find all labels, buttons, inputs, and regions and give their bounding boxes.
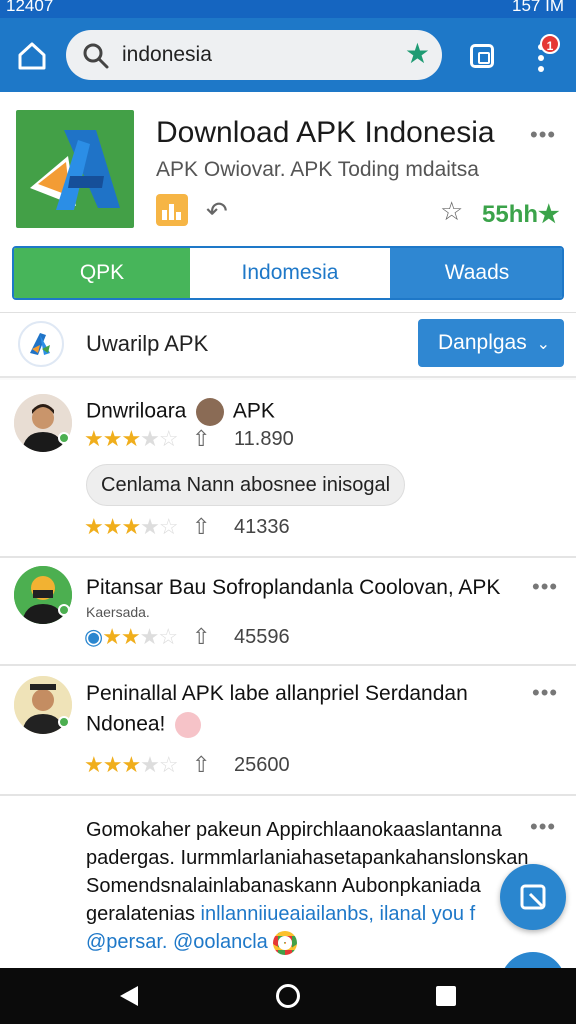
mini-logo-icon <box>30 333 50 355</box>
reviewer-name: Dnwriloara APK <box>86 398 275 426</box>
app-rating: 55hh★ <box>482 201 560 228</box>
online-status-dot <box>58 432 70 444</box>
edit-icon <box>520 884 546 910</box>
more-options-icon[interactable]: ••• <box>530 814 556 840</box>
segment-waads[interactable]: Waads <box>390 248 562 298</box>
post-line: padergas. Iurmmlarlaniahasetapankahanslo… <box>86 847 529 869</box>
status-bar: 12407 157 IM <box>0 0 576 18</box>
mention-links[interactable]: @persar. @oolancla <box>86 931 268 953</box>
more-options-icon[interactable]: ••• <box>532 680 558 706</box>
star-rating: ◉★★★☆ <box>84 624 178 649</box>
search-input[interactable] <box>122 39 392 71</box>
app-logo[interactable] <box>16 110 134 228</box>
inline-avatar <box>196 398 225 426</box>
reviewer-name-line1: Peninallal APK labe allanpriel Serdandan <box>86 682 468 705</box>
recents-icon[interactable] <box>436 986 456 1006</box>
post-line-text: geralatenias <box>86 903 195 925</box>
post-line: Gomokaher pakeun Appirchlaanokaaslantann… <box>86 819 502 841</box>
dropdown-label: Danplgas <box>438 331 527 354</box>
star-outline-icon[interactable]: ☆ <box>440 196 463 227</box>
chevron-down-icon: ⌄ <box>536 336 550 353</box>
reviewer-name-line2: Ndonea! <box>86 712 202 738</box>
online-status-dot <box>58 716 70 728</box>
bookmark-star-icon[interactable]: ★ <box>405 40 430 68</box>
list-item[interactable]: Pitansar Bau Sofroplandanla Coolovan, AP… <box>0 558 576 666</box>
upvote-count: 11.890 <box>234 428 294 450</box>
star-rating: ★★★★☆ <box>84 426 179 451</box>
list-item[interactable]: Dnwriloara APK ★★★★☆ ⇧ 11.890 Cenlama Na… <box>0 380 576 558</box>
home-icon <box>18 42 46 70</box>
search-bar[interactable]: ★ <box>66 30 442 80</box>
top-app-bar: ★ 1 <box>0 18 576 92</box>
more-options-icon[interactable]: ••• <box>530 122 556 148</box>
upvote-icon[interactable]: ⇧ <box>192 426 210 452</box>
upvote-count: 25600 <box>234 754 290 776</box>
section-title: Uwarilp APK <box>86 331 209 356</box>
status-right-text: 157 IM <box>512 0 564 15</box>
chrome-icon <box>273 930 298 955</box>
reviewer-name-text: Ndonea! <box>86 712 166 736</box>
comment-pill[interactable]: Cenlama Nann abosnee inisogal <box>86 464 406 506</box>
upvote-icon[interactable]: ⇧ <box>192 624 210 650</box>
app-title: Download APK Indonesia <box>156 116 495 149</box>
star-rating: ★★★★☆ <box>84 514 179 539</box>
status-left-text: 12407 <box>6 0 54 15</box>
reviewer-name-part1: Dnwriloara <box>86 399 187 423</box>
emoji-face-icon <box>175 712 202 738</box>
reviewer-name-part2: APK <box>232 399 275 423</box>
search-icon <box>83 43 109 69</box>
segment-indomesia[interactable]: Indomesia <box>190 248 390 298</box>
chart-icon[interactable] <box>156 194 188 226</box>
system-nav-bar <box>0 968 576 1024</box>
reply-arrow-icon[interactable]: ↶ <box>206 196 228 227</box>
post-line: geralatenias inllanniiueaiailanbs, ilana… <box>86 900 556 928</box>
online-status-dot <box>58 604 70 616</box>
upvote-icon[interactable]: ⇧ <box>192 752 210 778</box>
list-item[interactable]: Peninallal APK labe allanpriel Serdandan… <box>0 666 576 796</box>
upvote-count: 41336 <box>234 516 290 538</box>
post-link-text[interactable]: inllanniiueaiailanbs, ilanal you f <box>201 903 476 925</box>
logo-graphic <box>30 130 120 210</box>
more-options-icon[interactable]: ••• <box>532 574 558 600</box>
app-header-card: Download APK Indonesia APK Owiovar. APK … <box>0 92 576 312</box>
tabs-icon[interactable] <box>470 44 494 68</box>
upvote-icon[interactable]: ⇧ <box>192 514 210 540</box>
reviewer-name: Pitansar Bau Sofroplandanla Coolovan, AP… <box>86 576 501 599</box>
segment-qpk[interactable]: QPK <box>14 248 190 298</box>
review-feed[interactable]: Dnwriloara APK ★★★★☆ ⇧ 11.890 Cenlama Na… <box>0 380 576 968</box>
home-circle-icon[interactable] <box>276 984 300 1008</box>
compose-fab[interactable] <box>500 864 566 930</box>
star-rating: ★★★★☆ <box>84 752 179 777</box>
post-line: @persar. @oolancla <box>86 928 556 956</box>
home-button[interactable] <box>14 38 50 74</box>
sort-dropdown[interactable]: Danplgas ⌄ <box>418 319 564 367</box>
app-subtitle: APK Owiovar. APK Toding mdaitsa <box>156 158 479 181</box>
post-line: Somendsnalainlabanaskann Aubonpkaniada <box>86 875 481 897</box>
segment-control: QPK Indomesia Waads <box>12 246 564 300</box>
back-icon[interactable] <box>120 986 138 1006</box>
post-text: Gomokaher pakeun Appirchlaanokaaslantann… <box>86 816 556 956</box>
section-logo <box>18 321 64 367</box>
list-item[interactable]: Gomokaher pakeun Appirchlaanokaaslantann… <box>0 796 576 968</box>
notification-badge: 1 <box>540 34 560 54</box>
section-header: Uwarilp APK Danplgas ⌄ <box>0 312 576 378</box>
reviewer-subtext: Kaersada. <box>86 604 150 620</box>
upvote-count: 45596 <box>234 626 290 648</box>
